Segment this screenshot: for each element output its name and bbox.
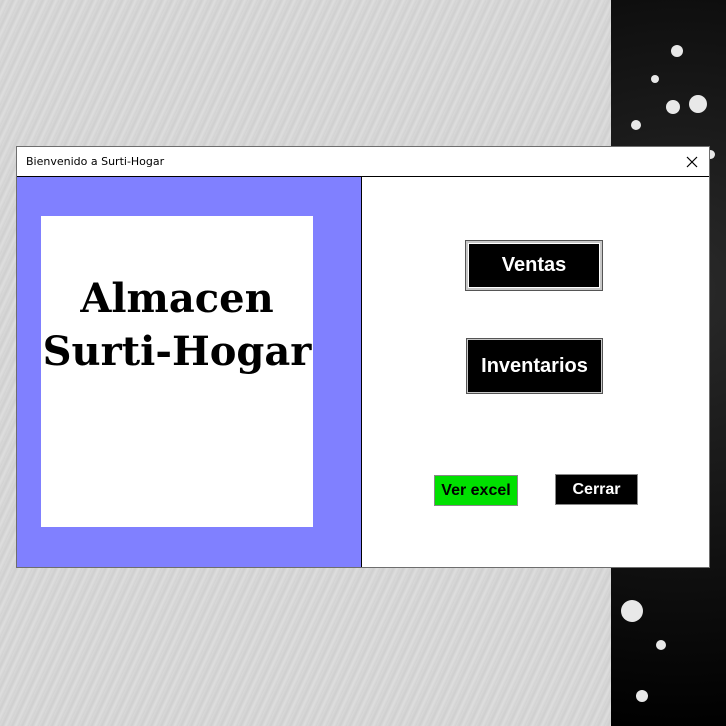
welcome-window: Bienvenido a Surti-Hogar Almacen Surti-H… <box>16 146 710 568</box>
inventarios-button[interactable]: Inventarios <box>466 338 603 394</box>
logo-line-1: Almacen <box>80 275 274 322</box>
window-title: Bienvenido a Surti-Hogar <box>26 155 165 168</box>
logo-box: Almacen Surti-Hogar <box>41 216 313 527</box>
title-bar[interactable]: Bienvenido a Surti-Hogar <box>17 147 709 177</box>
logo-line-2: Surti-Hogar <box>42 328 312 375</box>
ventas-button[interactable]: Ventas <box>465 240 603 291</box>
store-logo-text: Almacen Surti-Hogar <box>41 272 313 378</box>
close-icon <box>686 156 698 167</box>
close-button[interactable] <box>675 147 709 176</box>
logo-panel: Almacen Surti-Hogar <box>17 177 362 567</box>
cerrar-button[interactable]: Cerrar <box>555 474 638 505</box>
ver-excel-button[interactable]: Ver excel <box>434 475 518 506</box>
